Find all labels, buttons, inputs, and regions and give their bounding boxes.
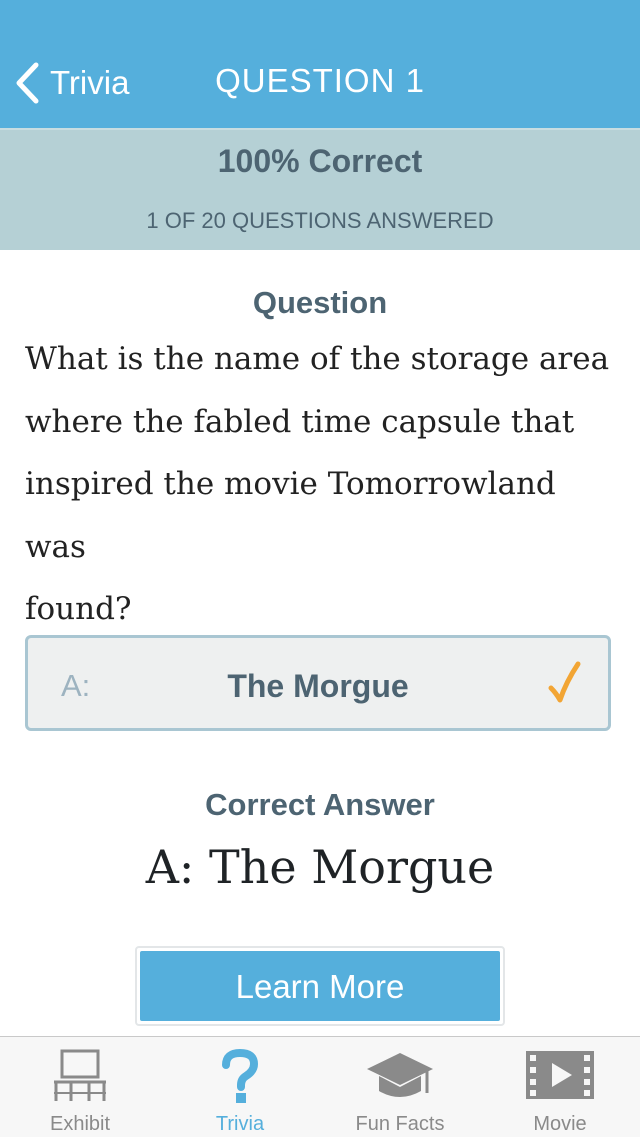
tab-label: Exhibit (49, 1113, 111, 1135)
question-line: found? (25, 591, 132, 627)
question-line: inspired the movie Tomorrowland was (25, 466, 556, 565)
navigation-bar: Trivia QUESTION 1 (0, 0, 640, 128)
tab-label: Movie (533, 1113, 587, 1135)
questions-answered-count: 1 OF 20 QUESTIONS ANSWERED (146, 208, 494, 233)
question-line: where the fabled time capsule that (25, 403, 575, 440)
learn-more-container: Learn More (135, 946, 505, 1026)
tab-movie[interactable]: Movie (480, 1037, 640, 1137)
page-title: QUESTION 1 (215, 62, 425, 99)
answer-option-text: The Morgue (227, 668, 409, 704)
tab-trivia[interactable]: Trivia (160, 1037, 320, 1137)
question-text: What is the name of the storage area whe… (25, 328, 620, 641)
exhibit-icon (54, 1049, 106, 1101)
question-line: What is the name of the storage area (25, 341, 610, 377)
tab-exhibit[interactable]: Exhibit (0, 1037, 160, 1137)
tab-bar: Exhibit Trivia Fun Facts Movie (0, 1036, 640, 1137)
film-icon (526, 1051, 594, 1099)
question-heading: Question (252, 285, 388, 320)
correct-answer-heading: Correct Answer (205, 787, 435, 822)
question-mark-icon (222, 1049, 259, 1103)
score-bar: 100% Correct 1 OF 20 QUESTIONS ANSWERED (0, 128, 640, 250)
tab-fun-facts[interactable]: Fun Facts (320, 1037, 480, 1137)
checkmark-icon (548, 661, 581, 703)
answer-option-a[interactable]: A: The Morgue (25, 635, 611, 731)
graduation-cap-icon (367, 1053, 433, 1097)
tab-label: Fun Facts (355, 1113, 445, 1135)
score-percent: 100% Correct (217, 143, 423, 179)
correct-answer-value: A: The Morgue (145, 840, 495, 894)
tab-label: Trivia (215, 1113, 265, 1135)
learn-more-button[interactable]: Learn More (140, 951, 500, 1021)
